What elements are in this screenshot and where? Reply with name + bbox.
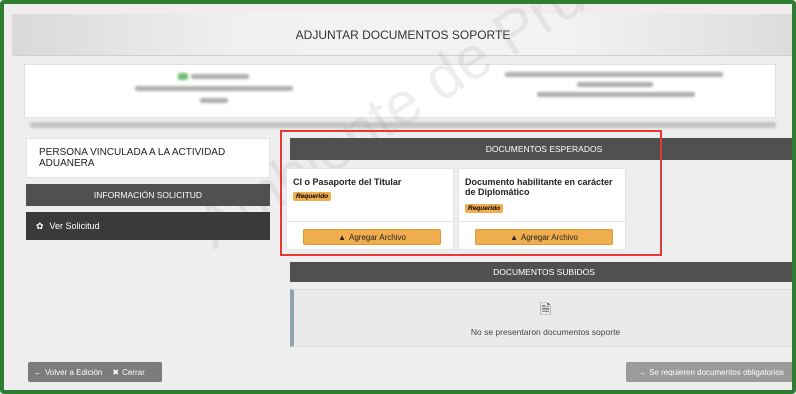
- close-icon: ✖: [112, 367, 120, 377]
- gear-icon: ✿: [36, 220, 44, 231]
- page-header: ADJUNTAR DOCUMENTOS SOPORTE: [12, 14, 792, 56]
- app-window: ADJUNTAR DOCUMENTOS SOPORTE Ambiente de …: [0, 0, 796, 394]
- uploaded-docs-empty-state: 🗎 No se presentaron documentos soporte: [290, 289, 792, 347]
- redacted-city: [577, 82, 653, 87]
- applicant-info-panel: [24, 64, 776, 118]
- arrow-right-icon: →: [638, 367, 647, 377]
- person-type-label: PERSONA VINCULADA A LA ACTIVIDAD ADUANER…: [39, 147, 226, 169]
- redacted-role: [200, 98, 228, 103]
- footer-left-actions: ← Volver a Edición ✖ Cerrar: [28, 362, 162, 382]
- redacted-address: [505, 72, 723, 77]
- info-solicitud-header: INFORMACIÓN SOLICITUD: [26, 184, 270, 206]
- ver-solicitud-label: Ver Solicitud: [49, 221, 100, 231]
- redacted-contact: [537, 92, 695, 97]
- redacted-name: [135, 86, 293, 91]
- redacted-representative-line: [30, 122, 776, 128]
- info-solicitud-label: INFORMACIÓN SOLICITUD: [93, 190, 203, 200]
- close-button[interactable]: ✖ Cerrar: [112, 368, 144, 377]
- redacted-id: [191, 74, 249, 79]
- document-icon: 🗎: [539, 301, 552, 317]
- uploaded-docs-title: DOCUMENTOS SUBIDOS: [493, 267, 595, 277]
- person-icon: [178, 73, 188, 80]
- required-docs-button[interactable]: → Se requieren documentos obligatorios: [626, 362, 792, 382]
- back-label: Volver a Edición: [45, 367, 103, 377]
- required-docs-label: Se requieren documentos obligatorios: [649, 367, 784, 377]
- arrow-left-icon: ←: [34, 367, 42, 377]
- page-title: ADJUNTAR DOCUMENTOS SOPORTE: [295, 27, 511, 42]
- ver-solicitud-button[interactable]: ✿ Ver Solicitud: [26, 212, 270, 240]
- highlight-box: [280, 130, 662, 256]
- empty-message: No se presentaron documentos soporte: [470, 327, 621, 337]
- uploaded-docs-header: DOCUMENTOS SUBIDOS: [290, 262, 792, 282]
- person-type-card: PERSONA VINCULADA A LA ACTIVIDAD ADUANER…: [26, 138, 270, 178]
- back-button[interactable]: ← Volver a Edición: [34, 368, 102, 377]
- close-label: Cerrar: [122, 367, 145, 377]
